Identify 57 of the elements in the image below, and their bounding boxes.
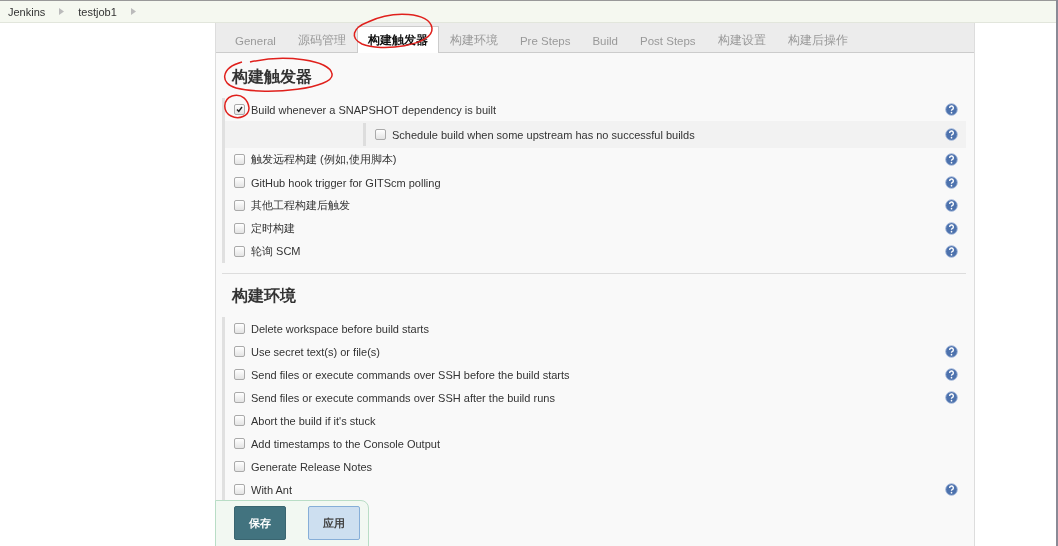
tab[interactable]: Post Steps [629, 27, 707, 53]
help-icon[interactable] [945, 199, 958, 212]
checkbox[interactable] [234, 369, 245, 380]
option-label: 其他工程构建后触发 [251, 198, 351, 213]
help-icon[interactable] [945, 245, 958, 258]
caret-icon[interactable] [130, 8, 136, 15]
option-label: Build whenever a SNAPSHOT dependency is built [251, 103, 497, 116]
help-icon[interactable] [945, 483, 958, 496]
option-label: 触发远程构建 (例如,使用脚本) [251, 152, 398, 167]
section-heading: 构建环境 [232, 286, 296, 306]
tab[interactable]: 构建后操作 [776, 27, 859, 53]
checkbox[interactable] [234, 346, 245, 357]
help-icon[interactable] [945, 103, 958, 116]
checkbox[interactable] [234, 104, 245, 115]
tab[interactable]: General [224, 27, 287, 53]
option-label: Schedule build when some upstream has no successful builds [392, 128, 696, 141]
checkbox[interactable] [234, 484, 245, 495]
breadcrumb-link[interactable]: Jenkins [8, 5, 46, 18]
help-icon[interactable] [945, 222, 958, 235]
option-label: Send files or execute commands over SSH before the build starts [251, 368, 571, 381]
help-icon[interactable] [945, 128, 958, 141]
option-label: GitHub hook trigger for GITScm polling [251, 176, 442, 189]
option-label: Generate Release Notes [251, 460, 374, 473]
checkbox[interactable] [234, 200, 245, 211]
help-icon[interactable] [945, 391, 958, 404]
option-label: Add timestamps to the Console Output [251, 437, 441, 450]
option-label: Use secret text(s) or file(s) [251, 345, 381, 358]
tab[interactable]: Pre Steps [508, 27, 582, 53]
checkbox[interactable] [375, 129, 386, 140]
help-icon[interactable] [945, 176, 958, 189]
checkbox[interactable] [234, 154, 245, 165]
checkbox[interactable] [234, 177, 245, 188]
section-heading: 构建触发器 [232, 67, 312, 87]
option-label: Abort the build if it's stuck [251, 414, 377, 427]
caret-icon[interactable] [59, 8, 65, 15]
help-icon[interactable] [945, 345, 958, 358]
option-label: 定时构建 [251, 221, 296, 236]
checkbox[interactable] [234, 415, 245, 426]
checkbox[interactable] [234, 461, 245, 472]
option-label: With Ant [251, 483, 293, 496]
tab[interactable]: Build [581, 27, 629, 53]
action-button[interactable]: 保存 [234, 506, 286, 540]
checkbox[interactable] [234, 223, 245, 234]
tab[interactable]: 构建环境 [438, 27, 509, 53]
checkbox[interactable] [234, 438, 245, 449]
option-label: 轮询 SCM [251, 244, 302, 259]
checkbox[interactable] [234, 392, 245, 403]
option-label: Send files or execute commands over SSH after the build runs [251, 391, 556, 404]
checkbox[interactable] [234, 323, 245, 334]
breadcrumb-link[interactable]: testjob1 [78, 5, 117, 18]
option-label: Delete workspace before build starts [251, 322, 430, 335]
help-icon[interactable] [945, 368, 958, 381]
checkbox[interactable] [234, 246, 245, 257]
tab[interactable]: 源码管理 [286, 27, 357, 53]
help-icon[interactable] [945, 153, 958, 166]
action-button[interactable]: 应用 [308, 506, 360, 540]
tab[interactable]: 构建设置 [706, 27, 777, 53]
